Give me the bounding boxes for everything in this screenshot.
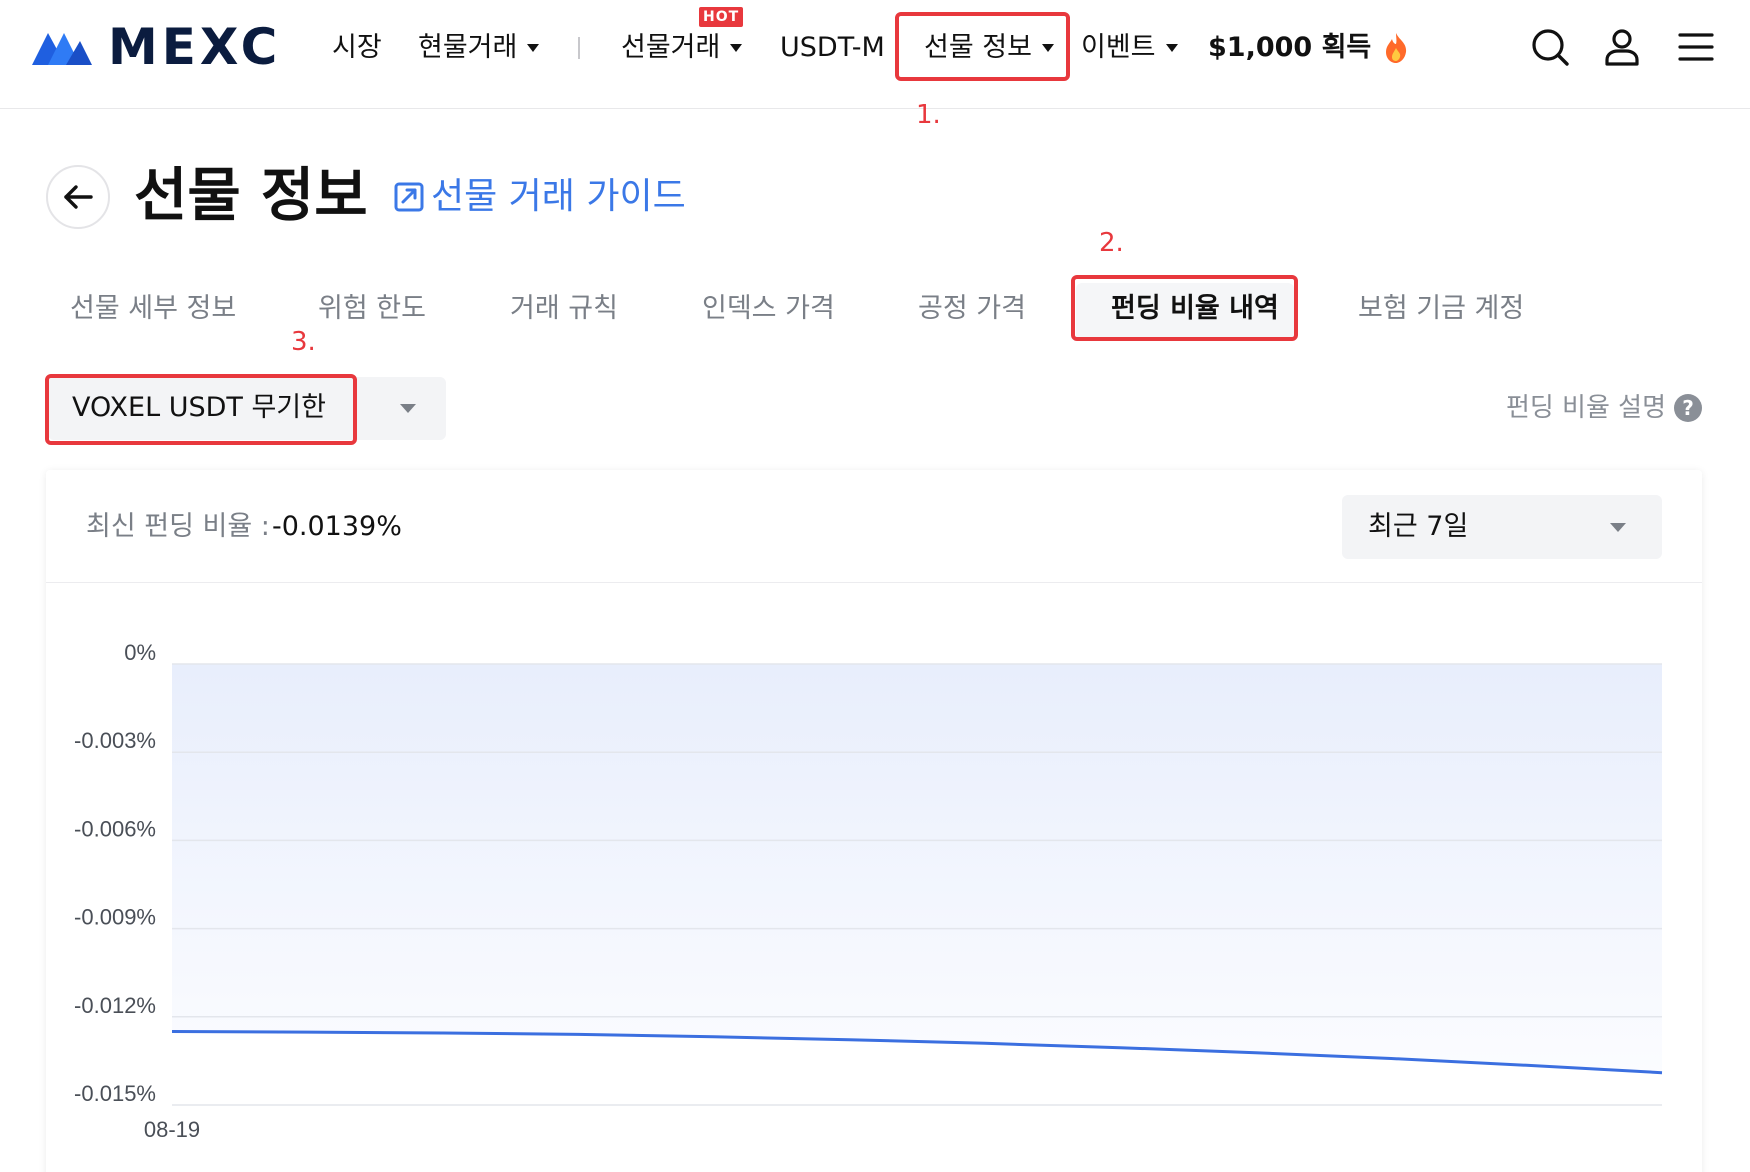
tab-index-price[interactable]: 인덱스 가격 (702, 290, 835, 328)
nav-futures-info[interactable]: 선물 정보 (924, 28, 1054, 68)
caret-down-icon (1165, 44, 1178, 52)
chart-y-tick-label: -0.009% (74, 905, 156, 930)
chart-area-fill (172, 664, 1662, 1073)
nav-usdt-m[interactable]: USDT-M (780, 28, 885, 68)
tab-funding-rate-history[interactable]: 펀딩 비율 내역 (1111, 290, 1279, 328)
back-button[interactable] (46, 165, 110, 229)
annotation-number-3: 3. (291, 327, 316, 357)
nav-market[interactable]: 시장 (332, 28, 382, 68)
chart-y-tick-label: -0.012% (74, 993, 156, 1018)
nav-spot[interactable]: 현물거래 (418, 28, 540, 68)
tab-trading-rules[interactable]: 거래 규칙 (510, 290, 618, 328)
contract-selector-value: VOXEL USDT 무기한 (72, 392, 326, 423)
tab-futures-details[interactable]: 선물 세부 정보 (70, 290, 236, 328)
chart-y-tick-label: -0.003% (74, 728, 156, 753)
nav-events[interactable]: 이벤트 (1081, 28, 1178, 68)
annotation-number-2: 2. (1099, 228, 1124, 258)
chart-y-tick-label: -0.015% (74, 1081, 156, 1106)
nav-divider (578, 37, 580, 59)
annotation-number-1: 1. (916, 100, 941, 130)
caret-down-icon (400, 404, 416, 413)
nav-futures-label: 선물거래 (621, 32, 721, 63)
contract-selector[interactable]: VOXEL USDT 무기한 (48, 377, 446, 440)
tab-risk-limit[interactable]: 위험 한도 (318, 290, 426, 328)
funding-rate-chart: 0% -0.003% -0.006% -0.009% -0.012% -0.015% 08-… (74, 640, 1663, 1142)
guide-icon (394, 182, 424, 212)
funding-rate-card: 최신 펀딩 비율 : -0.0139% 최근 7일 0% -0.003% -0.00… (46, 470, 1702, 1172)
menu-icon[interactable] (1676, 27, 1716, 67)
tab-insurance-fund[interactable]: 보험 기금 계정 (1358, 290, 1524, 328)
search-icon[interactable] (1530, 27, 1570, 67)
nav-futures[interactable]: 선물거래 (621, 28, 743, 68)
page-title: 선물 정보 (134, 161, 368, 229)
help-icon: ? (1674, 394, 1702, 422)
funding-rate-explanation-link[interactable]: 펀딩 비율 설명 ? (1506, 390, 1702, 426)
nav-futures-info-label: 선물 정보 (924, 32, 1032, 63)
nav-spot-label: 현물거래 (418, 32, 518, 63)
nav-reward[interactable]: $1,000 획득 (1208, 28, 1409, 68)
nav-usdt-m-label: USDT-M (780, 32, 885, 63)
funding-rate-explanation-label: 펀딩 비율 설명 (1505, 393, 1666, 423)
mexc-logo[interactable]: MEXC (30, 18, 282, 76)
fire-icon (1386, 33, 1407, 63)
futures-guide-label: 선물 거래 가이드 (431, 176, 686, 217)
logo-text: MEXC (108, 18, 282, 76)
nav-reward-label: $1,000 획득 (1208, 32, 1372, 63)
arrow-left-icon (64, 185, 93, 209)
chart-y-tick-label: 0% (124, 640, 156, 665)
nav-events-label: 이벤트 (1081, 32, 1156, 63)
tab-fair-price[interactable]: 공정 가격 (918, 290, 1026, 328)
caret-down-icon (730, 44, 743, 52)
futures-guide-link[interactable]: 선물 거래 가이드 (393, 175, 686, 219)
user-icon[interactable] (1602, 27, 1642, 67)
hot-badge: HOT (699, 7, 744, 27)
nav-market-label: 시장 (332, 32, 382, 63)
caret-down-icon (527, 44, 540, 52)
mexc-logo-icon (32, 33, 92, 65)
chart-x-tick-label: 08-19 (144, 1117, 200, 1142)
caret-down-icon (1041, 44, 1054, 52)
top-navigation-bar: MEXC 시장 현물거래 HOT 선물거래 USDT-M 선물 정보 이벤트 $… (0, 0, 1750, 109)
chart-y-tick-label: -0.006% (74, 816, 156, 841)
